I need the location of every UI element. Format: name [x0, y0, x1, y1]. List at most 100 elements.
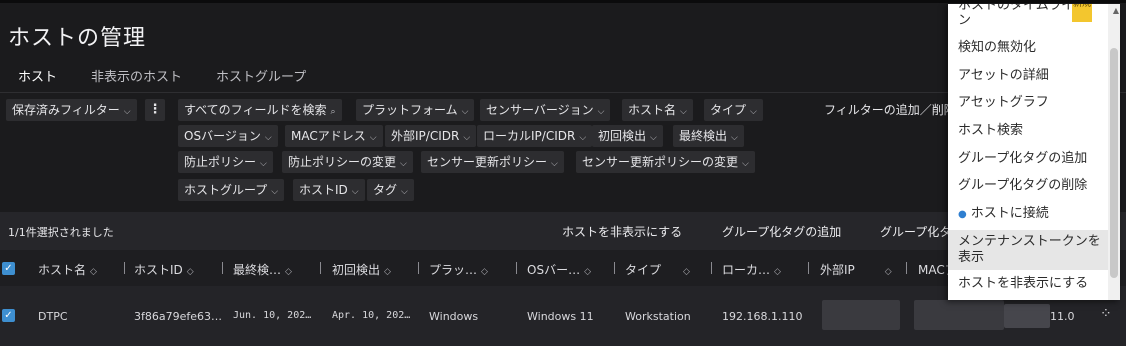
cell-first-seen: Apr. 10, 202…: [332, 310, 411, 321]
column-label: タイプ: [625, 263, 662, 277]
filter-platform[interactable]: プラットフォーム ⌵: [356, 99, 475, 121]
row-checkbox[interactable]: ✓: [2, 309, 15, 322]
scrollbar-thumb[interactable]: [1110, 48, 1118, 278]
filter-label: センサー更新ポリシー: [427, 155, 548, 169]
sort-icon: ◇: [384, 267, 391, 277]
column-local-ip[interactable]: ローカ… ◇: [722, 261, 781, 278]
filter-hostname[interactable]: ホスト名 ⌵: [622, 99, 693, 121]
saved-filters-dropdown[interactable]: 保存済みフィルター ⌵: [6, 99, 137, 121]
tab-hidden-hosts[interactable]: 非表示のホスト: [81, 66, 192, 94]
chevron-down-icon: ⌵: [551, 159, 558, 169]
cell-last-seen: Jun. 10, 202…: [233, 310, 312, 321]
menu-item-remove-grouping-tag[interactable]: グループ化タグの削除: [948, 178, 1108, 194]
menu-item-asset-details[interactable]: アセットの詳細: [948, 68, 1108, 84]
menu-item-label: ホストに接続: [970, 206, 1049, 221]
column-divider: [906, 262, 907, 274]
chevron-down-icon: ⌵: [750, 107, 757, 117]
filter-prevention-policy-change[interactable]: 防止ポリシーの変更 ⌵: [282, 151, 413, 173]
search-icon: ⌕: [330, 107, 336, 117]
cell-platform: Windows: [429, 310, 479, 323]
filter-type[interactable]: タイプ ⌵: [704, 99, 763, 121]
filter-sensor-update-policy[interactable]: センサー更新ポリシー ⌵: [421, 151, 564, 173]
chevron-down-icon: ⌵: [463, 133, 471, 143]
add-remove-filter-link[interactable]: フィルターの追加／削除: [818, 99, 962, 121]
column-label: OSバー…: [527, 263, 581, 277]
sort-icon: ◇: [683, 267, 690, 277]
chevron-down-icon: ⌵: [680, 107, 687, 117]
filter-label: センサーバージョン: [486, 103, 594, 117]
filter-label: 防止ポリシーの変更: [288, 155, 397, 169]
filter-label: センサー更新ポリシーの変更: [582, 155, 739, 169]
sort-icon: ◇: [884, 267, 892, 277]
menu-item-host-search[interactable]: ホスト検索: [948, 123, 1108, 139]
chevron-down-icon: ⌵: [731, 133, 738, 143]
column-external-ip[interactable]: 外部IP ◇: [820, 261, 892, 278]
column-os-version[interactable]: OSバー… ◇: [527, 261, 591, 278]
search-all-fields-input[interactable]: すべてのフィールドを検索 ⌕: [178, 99, 342, 121]
filter-tag[interactable]: タグ ⌵: [367, 179, 414, 201]
filter-label: 外部IP/CIDR: [391, 129, 460, 143]
select-all-checkbox[interactable]: ✓: [2, 262, 15, 275]
redacted-external-ip: [822, 300, 900, 330]
column-last-seen[interactable]: 最終検… ◇: [233, 261, 292, 278]
column-divider: [711, 262, 712, 274]
filter-sensor-version[interactable]: センサーバージョン ⌵: [480, 99, 611, 121]
menu-item-add-grouping-tag[interactable]: グループ化タグの追加: [948, 151, 1108, 167]
filter-label: MACアドレス: [291, 129, 366, 143]
column-divider: [614, 262, 615, 274]
filter-mac-address[interactable]: MACアドレス ⌵: [285, 125, 383, 147]
column-label: ホスト名: [38, 263, 87, 277]
sort-icon: ◇: [584, 267, 591, 277]
filter-label: ホストID: [299, 183, 348, 197]
cell-hostname[interactable]: DTPC: [38, 310, 68, 323]
menu-item-disable-detections[interactable]: 検知の無効化: [948, 40, 1108, 56]
menu-item-host-timeline[interactable]: ホストのタイムライン 新規: [948, 4, 1108, 28]
more-options-icon[interactable]: ⋮: [145, 99, 165, 121]
chevron-down-icon: ⌵: [369, 133, 377, 143]
saved-filters-label: 保存済みフィルター: [12, 103, 120, 117]
column-hostname[interactable]: ホスト名 ◇: [38, 261, 97, 278]
filter-label: プラットフォーム: [362, 103, 458, 117]
chevron-down-icon: ⌵: [400, 159, 407, 169]
filter-label: 最終検出: [679, 129, 728, 143]
filter-prevention-policy[interactable]: 防止ポリシー ⌵: [178, 151, 273, 173]
add-grouping-tag-button[interactable]: グループ化タグの追加: [722, 223, 841, 240]
tab-bar: ホスト 非表示のホスト ホストグループ: [8, 66, 330, 94]
menu-item-show-maintenance-token[interactable]: メンテナンストークンを表示: [948, 230, 1108, 270]
tab-host-groups[interactable]: ホストグループ: [206, 66, 316, 94]
filter-external-ip[interactable]: 外部IP/CIDR ⌵: [385, 125, 477, 147]
menu-item-asset-graph[interactable]: アセットグラフ: [948, 95, 1108, 111]
column-type[interactable]: タイプ ◇: [625, 261, 690, 278]
cell-os-version: Windows 11: [527, 310, 594, 323]
search-all-label: すべてのフィールドを検索: [184, 103, 327, 117]
page-title: ホストの管理: [8, 26, 147, 51]
column-host-id[interactable]: ホストID ◇: [134, 261, 194, 278]
column-divider: [124, 262, 125, 274]
filter-os-version[interactable]: OSバージョン ⌵: [178, 125, 278, 147]
column-first-seen[interactable]: 初回検出 ◇: [332, 261, 391, 278]
menu-item-hide-host[interactable]: ホストを非表示にする: [948, 276, 1108, 292]
cell-host-id: 3f86a79efe63…: [134, 310, 223, 323]
filter-first-seen[interactable]: 初回検出 ⌵: [592, 125, 663, 147]
filter-host-id[interactable]: ホストID ⌵: [293, 179, 365, 201]
row-actions-icon[interactable]: ⁘: [1100, 306, 1112, 322]
column-label: 初回検出: [332, 263, 381, 277]
column-label: プラッ…: [429, 263, 478, 277]
filter-last-seen[interactable]: 最終検出 ⌵: [673, 125, 744, 147]
tab-hosts[interactable]: ホスト: [8, 66, 68, 94]
cell-sensor-version: 11.0: [1050, 310, 1075, 323]
column-platform[interactable]: プラッ… ◇: [429, 261, 488, 278]
filter-sensor-update-policy-change[interactable]: センサー更新ポリシーの変更 ⌵: [576, 151, 755, 173]
filter-label: 初回検出: [598, 129, 647, 143]
filter-local-ip[interactable]: ローカルIP/CIDR ⌵: [477, 125, 593, 147]
scroll-up-icon[interactable]: ▲: [1113, 6, 1119, 15]
menu-scrollbar[interactable]: ▲: [1108, 4, 1120, 300]
chevron-down-icon: ⌵: [461, 107, 469, 117]
chevron-down-icon: ⌵: [597, 107, 605, 117]
hide-host-button[interactable]: ホストを非表示にする: [562, 223, 682, 240]
filter-host-group[interactable]: ホストグループ ⌵: [178, 179, 285, 201]
filter-label: タイプ: [710, 103, 747, 117]
chevron-down-icon: ⌵: [264, 133, 272, 143]
top-border: [0, 0, 1126, 3]
menu-item-connect-to-host[interactable]: ● ホストに接続: [948, 206, 1108, 223]
